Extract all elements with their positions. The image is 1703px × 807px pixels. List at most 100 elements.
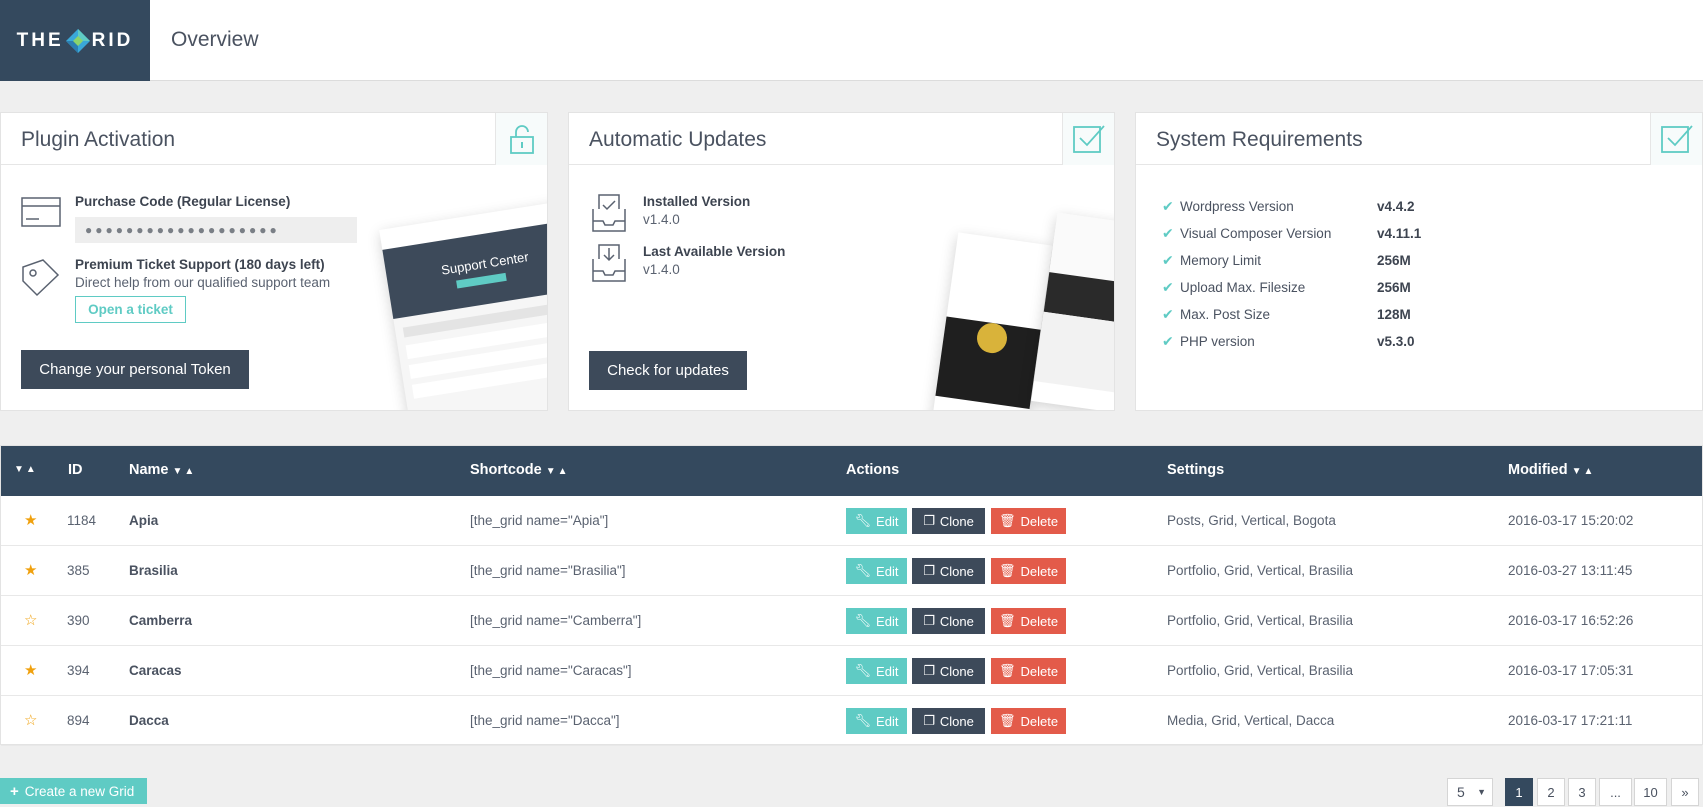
row-id: 385 (67, 563, 90, 578)
wrench-icon: 🔧︎ (854, 563, 872, 578)
clone-button[interactable]: ❐ Clone (912, 708, 985, 734)
per-page-select[interactable]: 5 ▼ (1447, 778, 1493, 806)
page-button[interactable]: 1 (1505, 778, 1533, 806)
requirement-name: Wordpress Version (1180, 199, 1294, 214)
logo-text-right: RID (91, 29, 134, 51)
trash-icon: 🗑︎ (998, 713, 1016, 728)
check-icon: ✔ (1162, 279, 1174, 295)
edit-button[interactable]: 🔧︎ Edit (846, 658, 907, 684)
favorite-sort-toggle[interactable]: ▼▲ (14, 464, 38, 475)
card-title: Plugin Activation (21, 128, 176, 151)
row-name[interactable]: Apia (129, 513, 158, 528)
grids-table: ▼▲ ID Name ▼▲ Shortcode ▼▲ Actions Setting… (0, 445, 1703, 746)
row-shortcode: [the_grid name="Caracas"] (470, 663, 632, 678)
row-id: 390 (67, 613, 90, 628)
card-title: System Requirements (1156, 128, 1363, 151)
row-settings: Portfolio, Grid, Vertical, Brasilia (1167, 563, 1354, 578)
support-label: Premium Ticket Support (180 days left) (75, 257, 325, 272)
edit-button[interactable]: 🔧︎ Edit (846, 558, 907, 584)
checkbox-icon (1650, 113, 1702, 165)
create-grid-button[interactable]: + Create a new Grid (0, 778, 147, 804)
column-header-shortcode[interactable]: Shortcode ▼▲ (470, 462, 570, 478)
sort-arrows-icon[interactable]: ▼▲ (1572, 466, 1596, 477)
row-modified: 2016-03-17 17:21:11 (1508, 713, 1633, 728)
available-version-value: v1.4.0 (643, 262, 680, 277)
page-button[interactable]: 2 (1537, 778, 1565, 806)
plus-icon: + (10, 782, 19, 800)
next-page-button[interactable]: » (1671, 778, 1699, 806)
the-grid-logo[interactable]: THE RID (0, 0, 150, 81)
per-page-value: 5 (1457, 784, 1465, 800)
column-header-modified[interactable]: Modified ▼▲ (1508, 462, 1595, 478)
row-settings: Portfolio, Grid, Vertical, Brasilia (1167, 613, 1354, 628)
star-outline-icon[interactable]: ☆ (24, 611, 37, 629)
row-shortcode: [the_grid name="Brasilia"] (470, 563, 626, 578)
sort-arrows-icon[interactable]: ▼▲ (546, 466, 570, 477)
row-name[interactable]: Camberra (129, 613, 192, 628)
edit-button[interactable]: 🔧︎ Edit (846, 508, 907, 534)
tag-icon (22, 259, 60, 297)
star-filled-icon[interactable]: ★ (24, 661, 37, 679)
clone-button[interactable]: ❐ Clone (912, 608, 985, 634)
table-row: ★ 385 Brasilia [the_grid name="Brasilia"… (1, 546, 1702, 596)
lock-icon (495, 113, 547, 165)
trash-icon: 🗑︎ (998, 513, 1016, 528)
delete-button[interactable]: 🗑︎ Delete (991, 558, 1066, 584)
table-row: ☆ 894 Dacca [the_grid name="Dacca"] 🔧︎ Ed… (1, 696, 1702, 746)
delete-button[interactable]: 🗑︎ Delete (991, 508, 1066, 534)
requirements-list: ✔ Wordpress Version v4.4.2 ✔ Visual Compose… (1162, 193, 1421, 355)
row-modified: 2016-03-17 16:52:26 (1508, 613, 1634, 628)
requirement-value: 256M (1377, 253, 1411, 268)
delete-button[interactable]: 🗑︎ Delete (991, 708, 1066, 734)
clone-button[interactable]: ❐ Clone (912, 558, 985, 584)
clone-button[interactable]: ❐ Clone (912, 508, 985, 534)
star-filled-icon[interactable]: ★ (24, 511, 37, 529)
installed-version-label: Installed Version (643, 194, 751, 209)
support-center-preview-image: Support Center (379, 198, 547, 410)
page-button[interactable]: 3 (1568, 778, 1596, 806)
check-icon: ✔ (1162, 306, 1174, 322)
create-grid-label: Create a new Grid (24, 783, 135, 799)
installed-version-value: v1.4.0 (643, 212, 680, 227)
automatic-updates-card: Automatic Updates Installed Version v1.4… (568, 112, 1115, 411)
row-shortcode: [the_grid name="Camberra"] (470, 613, 642, 628)
purchase-code-field[interactable]: ●●●●●●●●●●●●●●●●●●● (75, 217, 357, 243)
change-token-button[interactable]: Change your personal Token (21, 350, 249, 389)
row-modified: 2016-03-27 13:11:45 (1508, 563, 1633, 578)
row-settings: Media, Grid, Vertical, Dacca (1167, 713, 1335, 728)
row-shortcode: [the_grid name="Dacca"] (470, 713, 620, 728)
wrench-icon: 🔧︎ (854, 513, 872, 528)
copy-icon: ❐ (923, 613, 935, 628)
row-id: 894 (67, 713, 90, 728)
row-settings: Posts, Grid, Vertical, Bogota (1167, 513, 1336, 528)
trash-icon: 🗑︎ (998, 563, 1016, 578)
row-modified: 2016-03-17 17:05:31 (1508, 663, 1634, 678)
wrench-icon: 🔧︎ (854, 663, 872, 678)
table-row: ☆ 390 Camberra [the_grid name="Camberra"… (1, 596, 1702, 646)
check-icon: ✔ (1162, 333, 1174, 349)
column-header-name[interactable]: Name ▼▲ (129, 462, 196, 478)
row-name[interactable]: Brasilia (129, 563, 178, 578)
delete-button[interactable]: 🗑︎ Delete (991, 658, 1066, 684)
sort-arrows-icon[interactable]: ▼▲ (173, 466, 197, 477)
star-outline-icon[interactable]: ☆ (24, 711, 37, 729)
row-shortcode: [the_grid name="Apia"] (470, 513, 609, 528)
requirement-value: v4.11.1 (1377, 226, 1422, 241)
row-name[interactable]: Caracas (129, 663, 182, 678)
delete-button[interactable]: 🗑︎ Delete (991, 608, 1066, 634)
page-button[interactable]: ... (1599, 778, 1632, 806)
clone-button[interactable]: ❐ Clone (912, 658, 985, 684)
open-ticket-button[interactable]: Open a ticket (75, 296, 186, 323)
star-filled-icon[interactable]: ★ (24, 561, 37, 579)
requirement-row: ✔ Visual Composer Version v4.11.1 (1162, 220, 1421, 247)
logo-text-left: THE (16, 29, 64, 51)
check-updates-button[interactable]: Check for updates (589, 351, 747, 390)
card-title: Automatic Updates (589, 128, 767, 151)
edit-button[interactable]: 🔧︎ Edit (846, 708, 907, 734)
page-button[interactable]: 10 (1634, 778, 1667, 806)
row-name[interactable]: Dacca (129, 713, 169, 728)
table-header: ▼▲ ID Name ▼▲ Shortcode ▼▲ Actions Setting… (1, 446, 1702, 496)
edit-button[interactable]: 🔧︎ Edit (846, 608, 907, 634)
logo-mark-icon (65, 28, 90, 53)
copy-icon: ❐ (923, 713, 935, 728)
